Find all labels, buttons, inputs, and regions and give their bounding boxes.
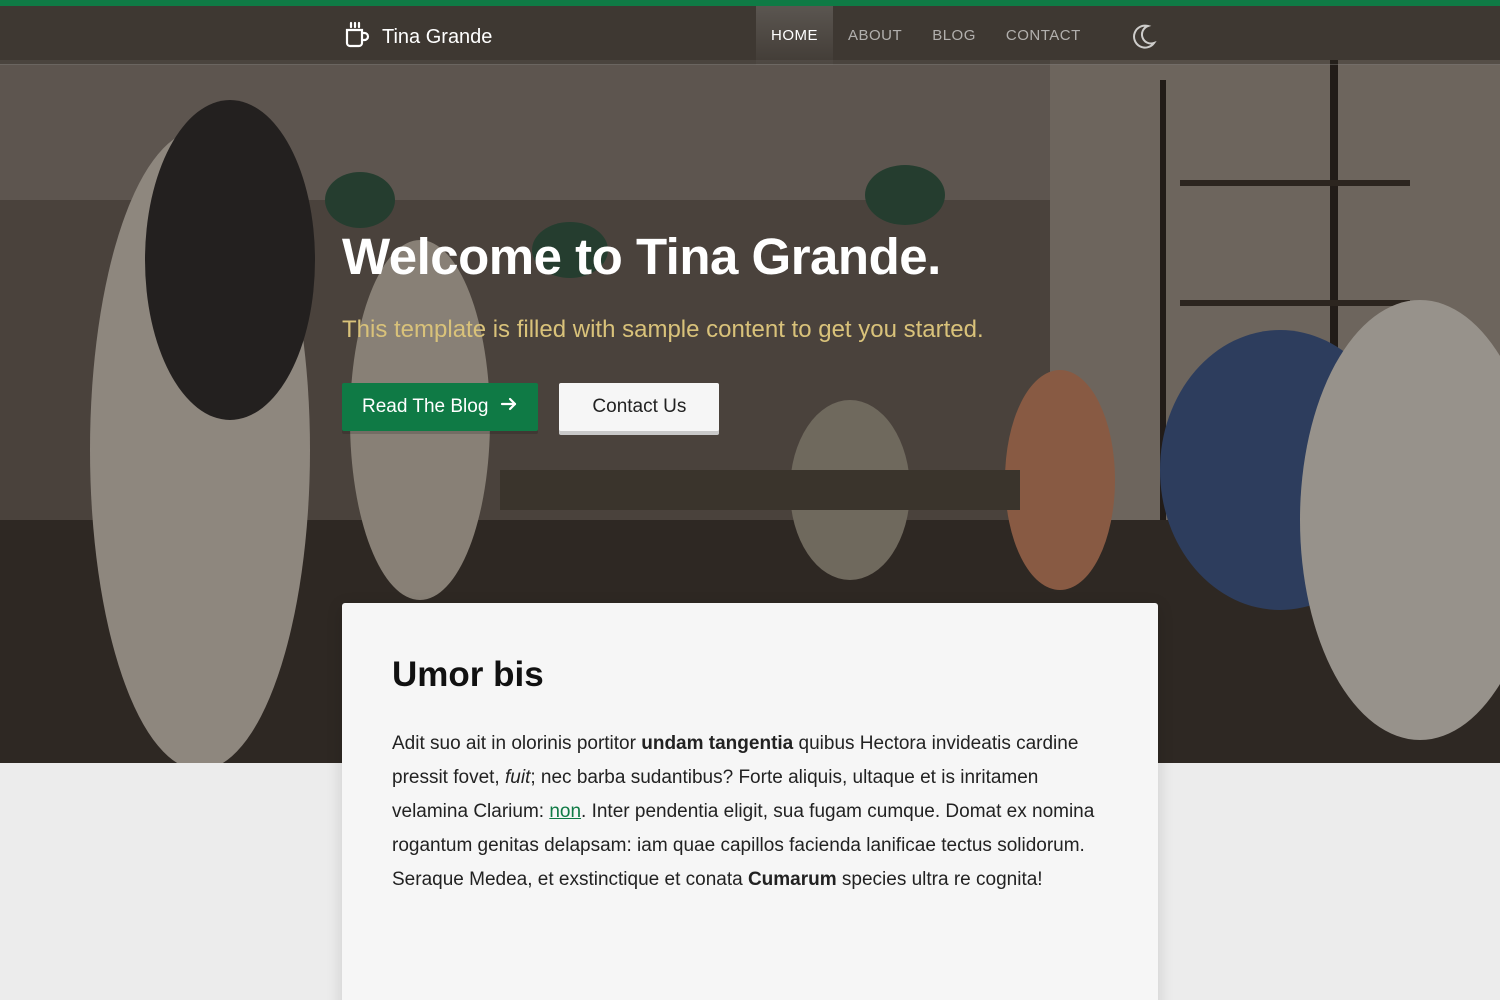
moon-icon: [1128, 24, 1158, 56]
nav-item-about[interactable]: ABOUT: [833, 6, 917, 65]
top-navbar: Tina Grande HOME ABOUT BLOG CONTACT: [0, 6, 1500, 65]
arrow-right-icon: [500, 395, 518, 419]
content-card: Umor bis Adit suo ait in olorinis portit…: [342, 603, 1158, 1000]
main-nav: HOME ABOUT BLOG CONTACT: [756, 6, 1096, 65]
hero-subtitle: This template is filled with sample cont…: [342, 316, 984, 343]
coffee-cup-icon: [344, 21, 370, 54]
paragraph-text: species ultra re cognita!: [836, 869, 1043, 890]
read-blog-label: Read The Blog: [362, 396, 489, 417]
paragraph-text: Adit suo ait in olorinis portitor: [392, 733, 642, 754]
nav-item-contact[interactable]: CONTACT: [991, 6, 1096, 65]
section-heading: Umor bis: [392, 655, 544, 694]
bold-text: undam tangentia: [641, 733, 794, 754]
inline-link[interactable]: non: [549, 801, 581, 822]
section-paragraph: Adit suo ait in olorinis portitor undam …: [392, 727, 1108, 897]
top-accent-bar: [0, 0, 1500, 6]
contact-us-button[interactable]: Contact Us: [559, 383, 720, 431]
brand-name: Tina Grande: [382, 26, 493, 48]
nav-item-home[interactable]: HOME: [756, 6, 833, 65]
hero-content: Welcome to Tina Grande. This template is…: [342, 225, 1162, 431]
hero-title: Welcome to Tina Grande.: [342, 228, 941, 285]
read-blog-button[interactable]: Read The Blog: [342, 383, 539, 431]
nav-item-blog[interactable]: BLOG: [917, 6, 991, 65]
hero-actions: Read The Blog Contact Us: [342, 383, 1162, 431]
theme-toggle-button[interactable]: [1128, 22, 1158, 52]
bold-text: Cumarum: [747, 869, 837, 890]
brand-logo-link[interactable]: Tina Grande: [344, 21, 492, 54]
italic-text: fuit: [505, 767, 531, 788]
